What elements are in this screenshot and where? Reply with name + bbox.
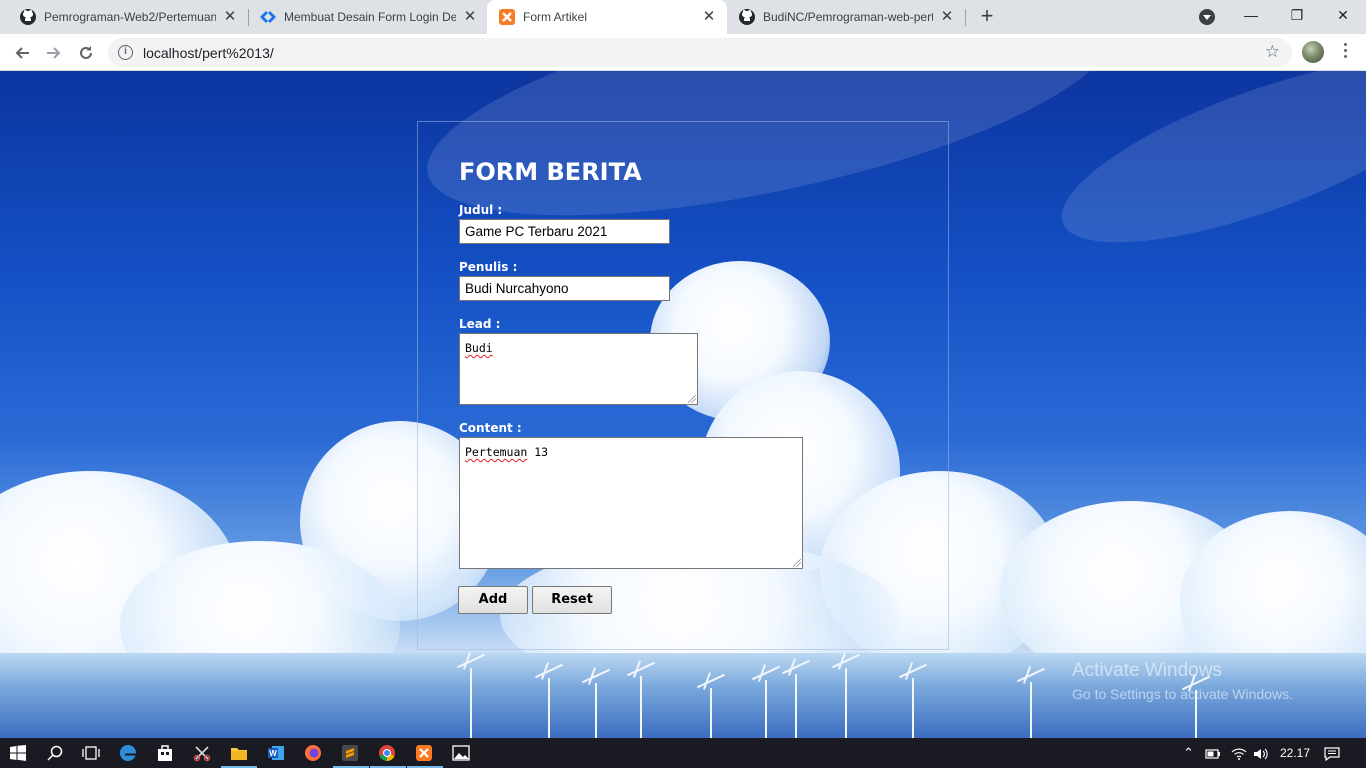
notification-icon[interactable] [1324, 738, 1340, 768]
lead-text: Budi [465, 341, 493, 355]
penulis-input[interactable]: Budi Nurcahyono [459, 276, 670, 301]
tab-title: Pemrograman-Web2/Pertemuan [44, 10, 216, 24]
forward-arrow-icon[interactable] [40, 39, 68, 67]
activate-windows-watermark: Activate Windows Go to Settings to activ… [1072, 660, 1293, 702]
back-arrow-icon[interactable] [8, 39, 36, 67]
word-icon[interactable]: W [264, 741, 288, 765]
penulis-label: Penulis : [459, 260, 518, 274]
close-window-button[interactable]: ✕ [1320, 0, 1366, 32]
tab-close-icon[interactable]: ✕ [462, 9, 478, 25]
resize-handle[interactable] [793, 559, 801, 567]
tab-github-budinc[interactable]: BudiNC/Pemrograman-web-pert ✕ [727, 0, 965, 34]
photos-icon[interactable] [449, 741, 473, 765]
chrome-icon[interactable] [375, 741, 399, 765]
codepolitan-icon [260, 9, 276, 25]
page-viewport: FORM BERITA Judul : Game PC Terbaru 2021… [0, 71, 1366, 738]
resize-handle[interactable] [688, 395, 696, 403]
add-button[interactable]: Add [458, 586, 528, 614]
github-icon [20, 9, 36, 25]
sublime-icon[interactable] [338, 741, 362, 765]
tab-form-artikel[interactable]: Form Artikel ✕ [487, 0, 727, 34]
wind-turbine [640, 676, 642, 738]
wind-turbine [1030, 682, 1032, 738]
site-info-icon[interactable]: i [118, 45, 133, 60]
address-bar[interactable]: i localhost/pert%2013/ ☆ [108, 38, 1292, 67]
tab-close-icon[interactable]: ✕ [222, 9, 238, 25]
tab-strip: Pemrograman-Web2/Pertemuan ✕ Membuat Des… [0, 0, 1366, 34]
content-textarea[interactable]: Pertemuan 13 [459, 437, 803, 569]
tab-title: Membuat Desain Form Login Den [284, 10, 456, 24]
form-berita-panel: FORM BERITA Judul : Game PC Terbaru 2021… [417, 121, 949, 650]
reset-button[interactable]: Reset [532, 586, 612, 614]
wind-turbine [548, 678, 550, 738]
content-text-word: Pertemuan [465, 445, 528, 459]
tab-close-icon[interactable]: ✕ [939, 9, 955, 25]
browser-toolbar: i localhost/pert%2013/ ☆ [0, 34, 1366, 71]
content-label: Content : [459, 421, 522, 435]
content-text-rest: 13 [527, 445, 549, 459]
watermark-line2: Go to Settings to activate Windows. [1072, 686, 1293, 702]
task-view-icon[interactable] [79, 741, 103, 765]
restore-button[interactable]: ❐ [1274, 0, 1320, 32]
github-icon [739, 9, 755, 25]
tab-title: BudiNC/Pemrograman-web-pert [763, 10, 933, 24]
clock-time[interactable]: 22.17 [1280, 738, 1310, 768]
menu-icon[interactable] [1340, 41, 1350, 63]
tab-github-pertemuan[interactable]: Pemrograman-Web2/Pertemuan ✕ [8, 0, 248, 34]
watermark-line1: Activate Windows [1072, 660, 1222, 681]
file-explorer-icon[interactable] [227, 741, 251, 765]
snipping-icon[interactable] [190, 741, 214, 765]
xampp-icon [499, 9, 515, 25]
battery-icon[interactable] [1205, 738, 1221, 768]
minimize-button[interactable]: — [1228, 0, 1274, 32]
wind-turbine [710, 688, 712, 738]
bookmark-star-icon[interactable]: ☆ [1265, 42, 1280, 62]
wind-turbine [765, 680, 767, 738]
lead-label: Lead : [459, 317, 501, 331]
wifi-icon[interactable] [1231, 738, 1247, 768]
tab-search-icon[interactable] [1199, 9, 1215, 25]
sky-streak [1042, 71, 1366, 280]
judul-label: Judul : [459, 203, 503, 217]
firefox-icon[interactable] [301, 741, 325, 765]
volume-icon[interactable] [1253, 738, 1269, 768]
wind-turbine [845, 668, 847, 738]
wind-turbine [470, 668, 472, 738]
chevron-up-icon[interactable]: ⌃ [1183, 738, 1194, 768]
judul-input[interactable]: Game PC Terbaru 2021 [459, 219, 670, 244]
tab-close-icon[interactable]: ✕ [701, 9, 717, 25]
wind-turbine [912, 678, 914, 738]
windows-start-icon[interactable] [6, 741, 30, 765]
tab-title: Form Artikel [523, 10, 588, 24]
store-icon[interactable] [153, 741, 177, 765]
new-tab-plus-icon[interactable]: + [975, 5, 999, 29]
wind-turbine [795, 674, 797, 738]
wind-turbine [595, 683, 597, 738]
lead-textarea[interactable]: Budi [459, 333, 698, 405]
form-title: FORM BERITA [459, 158, 642, 186]
xampp-icon[interactable] [412, 741, 436, 765]
svg-text:W: W [269, 749, 277, 758]
windows-taskbar: W ⌃ 22.17 [0, 738, 1366, 768]
reload-icon[interactable] [72, 39, 100, 67]
tab-codepolitan[interactable]: Membuat Desain Form Login Den ✕ [248, 0, 488, 34]
profile-avatar[interactable] [1302, 41, 1324, 63]
url-text[interactable]: localhost/pert%2013/ [143, 45, 274, 61]
edge-icon[interactable] [116, 741, 140, 765]
search-icon[interactable] [43, 741, 67, 765]
tab-separator [965, 9, 966, 26]
